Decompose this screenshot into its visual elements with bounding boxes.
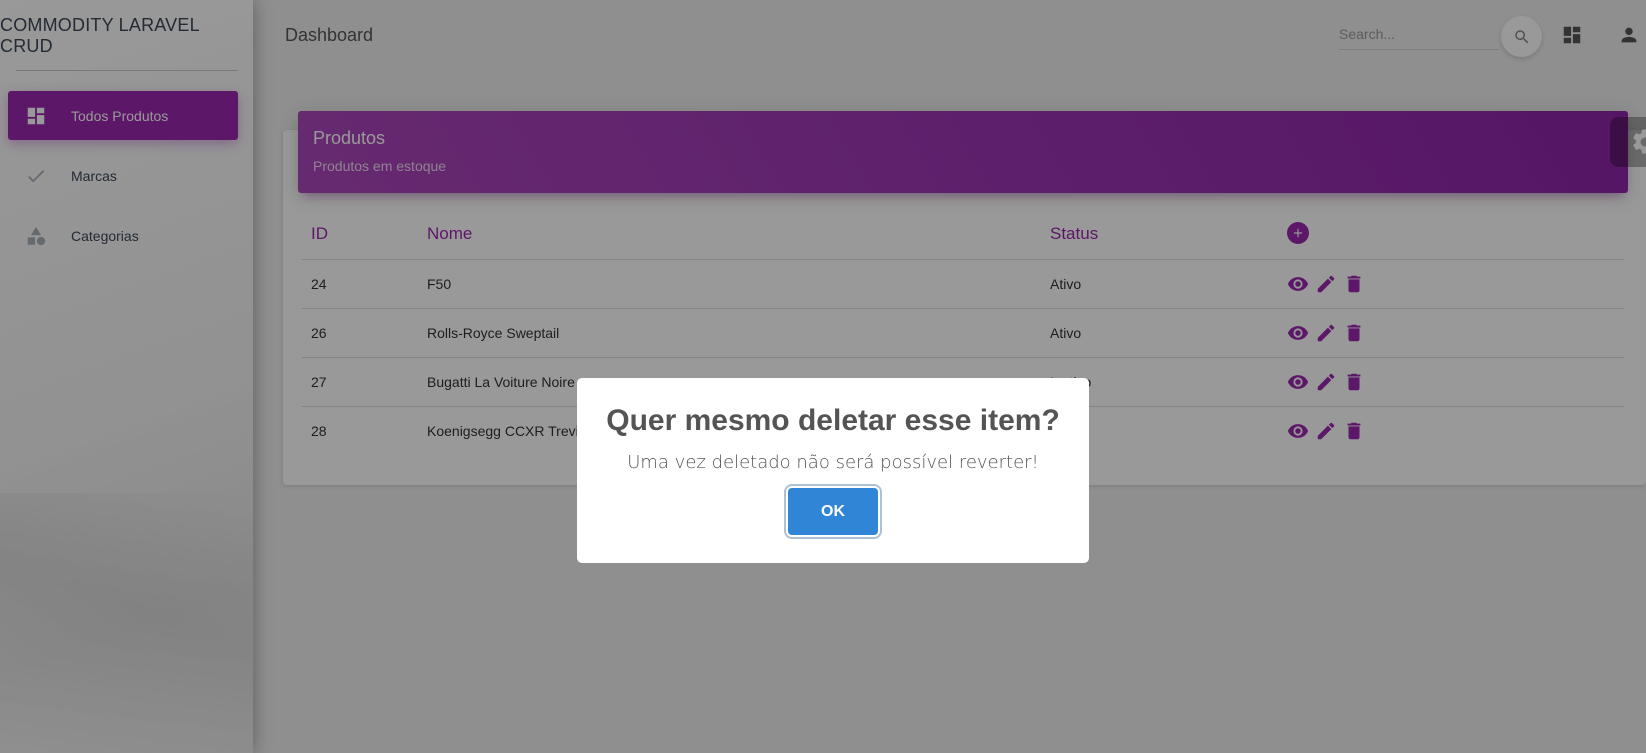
dialog-message: Uma vez deletado não será possível rever…	[627, 452, 1039, 473]
ok-button[interactable]: OK	[788, 488, 878, 535]
confirm-delete-dialog: Quer mesmo deletar esse item? Uma vez de…	[577, 378, 1089, 563]
modal-backdrop[interactable]	[0, 0, 1646, 753]
dialog-title: Quer mesmo deletar esse item?	[606, 404, 1060, 437]
